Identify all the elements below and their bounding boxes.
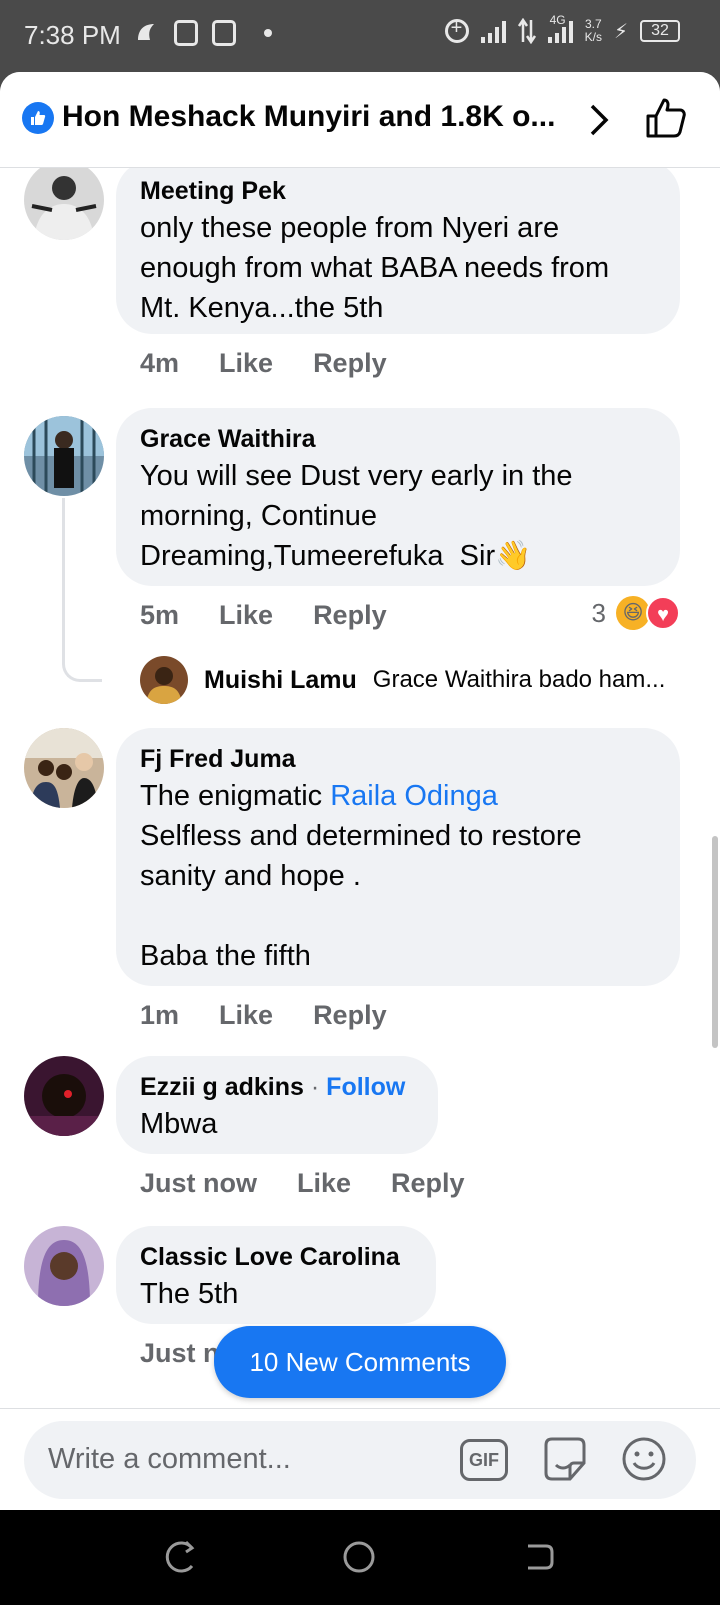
- comments-sheet: Hon Meshack Munyiri and 1.8K o... Meetin…: [0, 72, 720, 1510]
- comment-text: The enigmatic Raila Odinga Selfless and …: [140, 776, 656, 976]
- reaction-summary[interactable]: 3 😆 ♥: [592, 596, 680, 630]
- comment-actions: 5m Like Reply: [140, 600, 387, 631]
- reply-author[interactable]: Muishi Lamu: [204, 666, 357, 695]
- comment-author[interactable]: Meeting Pek: [140, 174, 656, 208]
- comment-actions: Just now Like Reply: [140, 1168, 465, 1199]
- signal-icon: [480, 19, 506, 43]
- back-icon[interactable]: [522, 1540, 556, 1574]
- reply-button[interactable]: Reply: [313, 600, 387, 631]
- data-transfer-icon: [517, 18, 536, 44]
- comment-author[interactable]: Grace Waithira: [140, 422, 656, 456]
- charging-icon: ⚡: [613, 20, 628, 43]
- status-time: 7:38 PM: [24, 20, 121, 50]
- signal-4g: 4G: [547, 13, 573, 43]
- love-reaction-icon: ♥: [646, 596, 680, 630]
- like-button[interactable]: Like: [219, 1000, 273, 1031]
- thumbs-up-outline-icon[interactable]: [644, 96, 688, 140]
- reply-text: Grace Waithira bado ham...: [372, 666, 666, 693]
- more-notifications-dot: [264, 29, 272, 37]
- comment-text-rest: Selfless and determined to restore sanit…: [140, 820, 582, 972]
- avatar[interactable]: [24, 160, 104, 240]
- chevron-right-icon[interactable]: [584, 102, 614, 138]
- like-button[interactable]: Like: [219, 348, 273, 379]
- reaction-count: 3: [591, 597, 606, 628]
- avatar[interactable]: [24, 1226, 104, 1306]
- status-bar: 7:38 PM 4G 3.7 K/s ⚡ 32: [0, 0, 720, 72]
- comment-author[interactable]: Classic Love Carolina: [140, 1240, 412, 1274]
- avatar[interactable]: [140, 656, 188, 704]
- data-saver-icon: [444, 17, 469, 43]
- comment-author-name[interactable]: Ezzii g adkins: [140, 1073, 304, 1101]
- status-right: 4G 3.7 K/s ⚡ 32: [444, 13, 680, 44]
- header-title[interactable]: Hon Meshack Munyiri and 1.8K o...: [62, 100, 562, 134]
- like-button[interactable]: Like: [297, 1168, 351, 1199]
- home-icon[interactable]: [342, 1540, 376, 1574]
- comment-actions: 1m Like Reply: [140, 1000, 387, 1031]
- notification-icons: [134, 20, 272, 46]
- comment-time[interactable]: Just now: [140, 1168, 257, 1199]
- mention-link[interactable]: Raila Odinga: [330, 780, 498, 812]
- reply-preview[interactable]: Muishi Lamu Grace Waithira bado ham...: [140, 656, 700, 704]
- comment-bubble[interactable]: Grace Waithira You will see Dust very ea…: [116, 408, 680, 586]
- sticker-icon[interactable]: [540, 1435, 590, 1483]
- comment-placeholder: Write a comment...: [48, 1443, 291, 1475]
- reply-button[interactable]: Reply: [313, 1000, 387, 1031]
- avatar[interactable]: [24, 728, 104, 808]
- comment-text: only these people from Nyeri are enough …: [140, 212, 618, 324]
- recents-icon[interactable]: [162, 1540, 196, 1574]
- comment-bubble[interactable]: Meeting Pek only these people from Nyeri…: [116, 160, 680, 334]
- app-notification-icon: [138, 24, 154, 40]
- comment-time[interactable]: 1m: [140, 1000, 179, 1031]
- like-button[interactable]: Like: [219, 600, 273, 631]
- reactions-header[interactable]: Hon Meshack Munyiri and 1.8K o...: [0, 72, 720, 168]
- comment-text-prefix: The enigmatic: [140, 780, 331, 812]
- pinterest-notification-icon: [174, 20, 198, 46]
- scrollbar[interactable]: [712, 836, 718, 1048]
- follow-button[interactable]: Follow: [326, 1073, 405, 1101]
- battery-icon: 32: [640, 20, 680, 42]
- reply-thread-line: [62, 498, 102, 682]
- comment-text: You will see Dust very early in the morn…: [140, 460, 581, 572]
- pinterest-notification-icon-2: [212, 20, 236, 46]
- avatar[interactable]: [24, 416, 104, 496]
- comment-time[interactable]: 4m: [140, 348, 179, 379]
- comment-text: The 5th: [140, 1278, 239, 1310]
- net-speed-unit: K/s: [584, 30, 602, 44]
- thumbs-up-icon: [22, 102, 54, 134]
- system-nav-bar: [0, 1510, 720, 1605]
- comment-author[interactable]: Fj Fred Juma: [140, 742, 656, 776]
- comment-input[interactable]: Write a comment... GIF: [24, 1421, 696, 1499]
- comment-bubble[interactable]: Classic Love Carolina The 5th: [116, 1226, 436, 1324]
- emoji-icon[interactable]: [620, 1435, 668, 1483]
- comment-bubble[interactable]: Fj Fred Juma The enigmatic Raila Odinga …: [116, 728, 680, 986]
- reply-button[interactable]: Reply: [391, 1168, 465, 1199]
- haha-reaction-icon: 😆: [616, 596, 650, 630]
- new-comments-button[interactable]: 10 New Comments: [214, 1326, 506, 1398]
- gif-button[interactable]: GIF: [460, 1439, 508, 1481]
- comment-author: Ezzii g adkins · Follow: [140, 1070, 414, 1104]
- comment-text: Mbwa: [140, 1108, 218, 1140]
- comment-composer: Write a comment... GIF: [0, 1408, 720, 1510]
- avatar[interactable]: [24, 1056, 104, 1136]
- comment-time[interactable]: 5m: [140, 600, 179, 631]
- comment-actions: 4m Like Reply: [140, 348, 387, 379]
- comment-bubble[interactable]: Ezzii g adkins · Follow Mbwa: [116, 1056, 438, 1154]
- network-type: 4G: [549, 13, 566, 27]
- net-speed: 3.7 K/s: [585, 18, 602, 44]
- reply-button[interactable]: Reply: [313, 348, 387, 379]
- separator-dot: ·: [310, 1073, 320, 1101]
